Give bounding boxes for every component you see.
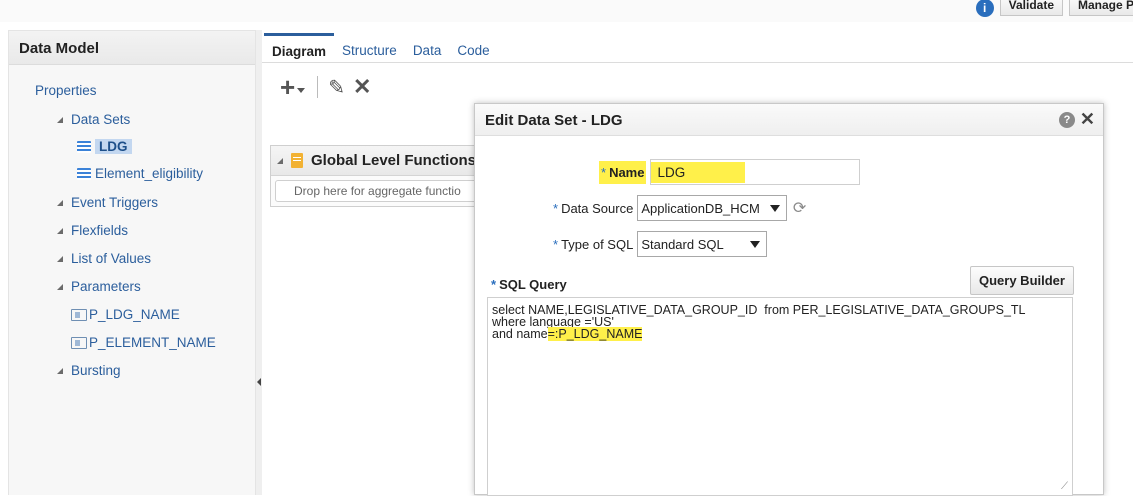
edit-pencil-icon[interactable]: ✎ [328, 75, 345, 100]
sql-query-textarea[interactable]: select NAME,LEGISLATIVE_DATA_GROUP_ID fr… [487, 297, 1073, 496]
tree-item-label: LDG [95, 139, 132, 154]
tree-item-data-set-element[interactable]: Element_eligibility [77, 166, 203, 181]
parameter-icon [71, 336, 87, 349]
dialog-header: Edit Data Set - LDG ? ✕ [475, 104, 1103, 136]
sql-highlight: =:P_LDG_NAME [547, 327, 643, 341]
tree-item-label: Event Triggers [71, 195, 159, 210]
name-row: * Name LDG [599, 159, 861, 185]
tab-data[interactable]: Data [405, 33, 450, 63]
tab-divider [262, 62, 1133, 63]
chevron-down-icon[interactable] [297, 87, 306, 93]
edit-data-set-dialog: Edit Data Set - LDG ? ✕ * Name LDG * Data … [474, 103, 1104, 496]
info-icon[interactable]: i [975, 0, 994, 17]
data-source-row: * Data Source ApplicationDB_HCM ⟳ [553, 195, 806, 221]
expand-triangle-icon[interactable] [57, 227, 63, 234]
top-bar: i Validate Manage Pr [0, 0, 1133, 22]
global-functions-title: Global Level Functions [311, 152, 477, 169]
delete-icon[interactable]: ✕ [353, 74, 371, 100]
tree-item-label: Data Sets [71, 112, 131, 127]
tree-item-label: P_ELEMENT_NAME [89, 335, 216, 350]
tab-structure[interactable]: Structure [334, 33, 405, 63]
manage-button[interactable]: Manage Pr [1069, 0, 1133, 16]
data-source-select[interactable]: ApplicationDB_HCM [637, 195, 787, 221]
parameter-icon [71, 308, 87, 321]
data-set-icon [77, 167, 91, 180]
data-source-value: ApplicationDB_HCM [641, 200, 760, 216]
tree-item-label: P_LDG_NAME [89, 307, 180, 322]
tree-item-flexfields[interactable]: Flexfields [57, 223, 128, 238]
dropdown-arrow-icon [749, 240, 760, 248]
expand-triangle-icon[interactable] [57, 116, 63, 123]
top-actions: i Validate Manage Pr [975, 0, 1133, 17]
tree-item-param-element-name[interactable]: P_ELEMENT_NAME [71, 335, 216, 350]
editor-tabs: Diagram Structure Data Code [264, 33, 498, 63]
resize-grip-icon[interactable]: ⟋ [1061, 481, 1068, 493]
global-functions-box: Global Level Functions Drop here for agg… [270, 145, 490, 207]
tree-item-label: Parameters [71, 279, 141, 294]
tree-item-event-triggers[interactable]: Event Triggers [57, 195, 158, 210]
data-source-label: * Data Source [553, 200, 634, 216]
sql-line: and name=:P_LDG_NAME [492, 327, 643, 341]
tree-item-bursting[interactable]: Bursting [57, 363, 121, 378]
tab-diagram[interactable]: Diagram [264, 33, 335, 63]
dropdown-arrow-icon [769, 204, 780, 212]
expand-triangle-icon[interactable] [57, 283, 63, 290]
tree-item-label: List of Values [71, 251, 152, 266]
diagram-toolbar: + ✎ ✕ [280, 74, 371, 100]
name-field[interactable]: LDG [650, 159, 861, 185]
validate-button[interactable]: Validate [999, 0, 1063, 16]
refresh-icon[interactable]: ⟳ [793, 198, 806, 218]
sql-type-value: Standard SQL [641, 236, 724, 252]
aggregate-drop-zone[interactable]: Drop here for aggregate functio [275, 180, 485, 202]
expand-triangle-icon[interactable] [57, 367, 63, 374]
toolbar-divider [317, 76, 319, 98]
name-label: * Name [599, 160, 647, 184]
query-builder-button[interactable]: Query Builder [970, 266, 1074, 295]
tree-item-label: Bursting [71, 363, 121, 378]
collapse-arrow-icon[interactable] [257, 378, 261, 386]
tree-item-data-sets[interactable]: Data Sets [57, 112, 130, 127]
tree-item-label: Flexfields [71, 223, 129, 238]
data-set-icon [77, 140, 91, 153]
tree-item-param-ldg-name[interactable]: P_LDG_NAME [71, 307, 180, 322]
data-model-panel: Data Model Properties Data Sets LDG Elem… [8, 30, 256, 495]
tree-item-label: Element_eligibility [95, 166, 204, 181]
add-icon[interactable]: + [280, 74, 295, 100]
sql-type-label: * Type of SQL [553, 236, 634, 252]
close-icon[interactable]: ✕ [1080, 109, 1095, 130]
document-icon [291, 153, 303, 168]
tab-code[interactable]: Code [449, 33, 497, 63]
name-value: LDG [651, 161, 746, 183]
sql-type-row: * Type of SQL Standard SQL [553, 231, 767, 257]
tree-item-properties[interactable]: Properties [35, 83, 97, 98]
panel-splitter[interactable] [256, 30, 262, 495]
global-functions-header[interactable]: Global Level Functions [271, 146, 489, 176]
dialog-title: Edit Data Set - LDG [485, 112, 623, 129]
tree-item-list-of-values[interactable]: List of Values [57, 251, 151, 266]
sql-query-label: * SQL Query [491, 277, 567, 292]
tree-item-label: Properties [35, 83, 97, 98]
help-icon[interactable]: ? [1059, 112, 1075, 128]
expand-triangle-icon[interactable] [277, 157, 283, 164]
expand-triangle-icon[interactable] [57, 255, 63, 262]
tree-item-parameters[interactable]: Parameters [57, 279, 141, 294]
panel-title: Data Model [9, 31, 255, 65]
expand-triangle-icon[interactable] [57, 199, 63, 206]
sql-type-select[interactable]: Standard SQL [637, 231, 767, 257]
tree-item-data-set-ldg[interactable]: LDG [77, 139, 132, 154]
